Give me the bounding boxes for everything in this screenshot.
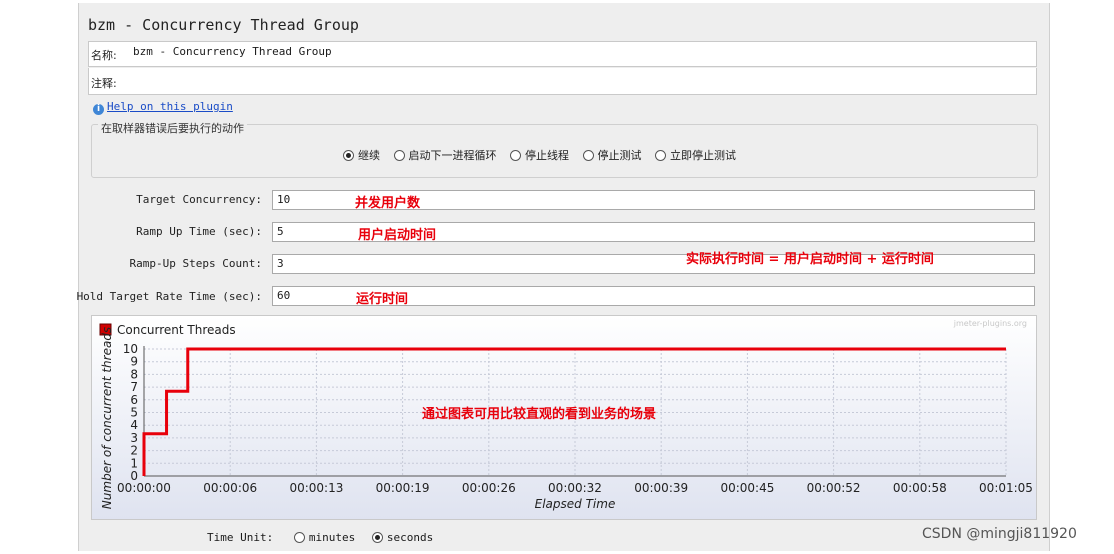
time-unit-option: seconds (386, 531, 434, 544)
option-stop-thread[interactable]: 停止线程 (510, 149, 569, 162)
x-tick-label: 00:00:19 (376, 481, 430, 495)
chart-panel: Concurrent Threads jmeter-plugins.org Nu… (91, 315, 1037, 520)
radio-icon[interactable] (510, 150, 521, 161)
option-label: 继续 (358, 149, 380, 162)
annotation-concurrent-users: 并发用户数 (355, 196, 421, 211)
y-tick-label: 7 (130, 380, 138, 394)
info-icon: i (93, 104, 104, 115)
error-action-title: 在取样器错误后要执行的动作 (98, 120, 247, 136)
ramp-up-time-label: Ramp Up Time (sec): (136, 225, 262, 238)
chart-watermark: jmeter-plugins.org (953, 319, 1027, 328)
x-tick-label: 00:00:39 (634, 481, 688, 495)
x-tick-label: 00:01:05 (979, 481, 1033, 495)
x-axis-label: Elapsed Time (535, 497, 616, 511)
y-tick-label: 9 (130, 355, 138, 369)
option-label: 启动下一进程循环 (408, 149, 497, 162)
csdn-watermark: CSDN @mingji811920 (922, 526, 1077, 542)
name-row: 名称: bzm - Concurrency Thread Group (88, 41, 1037, 67)
ramp-up-steps-label: Ramp-Up Steps Count: (129, 257, 262, 270)
x-tick-label: 00:00:26 (462, 481, 516, 495)
x-tick-label: 00:00:13 (289, 481, 343, 495)
x-tick-label: 00:00:06 (203, 481, 257, 495)
annotation-actual-time: 实际执行时间 = 用户启动时间 + 运行时间 (686, 252, 934, 267)
x-tick-label: 00:00:52 (807, 481, 861, 495)
option-label: 立即停止测试 (670, 149, 736, 162)
radio-selected-icon[interactable] (371, 532, 383, 543)
y-tick-label: 4 (130, 418, 138, 432)
option-continue[interactable]: 继续 (343, 149, 380, 162)
error-action-options: 继续 启动下一进程循环 停止线程 停止测试 立即停止测试 (343, 147, 746, 163)
time-unit-seconds[interactable]: seconds (371, 531, 434, 544)
panel-title: bzm - Concurrency Thread Group (88, 16, 359, 34)
time-unit-row: Time Unit: minutes seconds (207, 531, 443, 544)
hold-time-label: Hold Target Rate Time (sec): (76, 290, 262, 303)
radio-icon[interactable] (393, 150, 405, 161)
x-tick-label: 00:00:00 (117, 481, 171, 495)
radio-selected-icon[interactable] (343, 150, 354, 161)
option-label: 停止线程 (525, 149, 569, 162)
y-tick-label: 6 (130, 393, 138, 407)
name-label: 名称: (91, 49, 117, 62)
radio-icon[interactable] (293, 532, 305, 543)
option-stop-test[interactable]: 停止测试 (582, 149, 642, 162)
y-axis-label: Number of concurrent threads (100, 327, 114, 509)
y-tick-label: 10 (123, 342, 138, 356)
comment-field[interactable] (129, 70, 1034, 90)
help-link-text[interactable]: Help on this plugin (107, 100, 233, 113)
y-tick-label: 3 (130, 431, 138, 445)
y-tick-label: 8 (130, 367, 138, 381)
help-link[interactable]: i Help on this plugin (93, 100, 233, 115)
radio-icon[interactable] (582, 150, 594, 161)
radio-icon[interactable] (655, 150, 666, 161)
time-unit-label: Time Unit: (207, 531, 274, 544)
x-tick-label: 00:00:32 (548, 481, 602, 495)
comment-label: 注释: (91, 77, 117, 90)
time-unit-option: minutes (308, 531, 356, 544)
x-tick-label: 00:00:58 (893, 481, 947, 495)
chart-caption: 通过图表可用比较直观的看到业务的场景 (422, 406, 656, 422)
x-tick-label: 00:00:45 (720, 481, 774, 495)
concurrent-threads-chart: Concurrent Threads jmeter-plugins.org Nu… (92, 316, 1036, 519)
chart-title: Concurrent Threads (117, 323, 236, 337)
comment-row: 注释: (88, 68, 1037, 95)
y-tick-label: 5 (130, 406, 138, 420)
option-label: 停止测试 (597, 149, 642, 162)
y-tick-label: 2 (130, 444, 138, 458)
annotation-run-time: 运行时间 (356, 292, 409, 307)
time-unit-minutes[interactable]: minutes (293, 531, 356, 544)
option-start-next-loop[interactable]: 启动下一进程循环 (393, 149, 497, 162)
annotation-startup-time: 用户启动时间 (358, 228, 437, 243)
option-stop-test-now[interactable]: 立即停止测试 (655, 149, 736, 162)
target-concurrency-label: Target Concurrency: (136, 193, 262, 206)
y-tick-label: 1 (130, 456, 138, 470)
name-field[interactable]: bzm - Concurrency Thread Group (129, 43, 1034, 63)
